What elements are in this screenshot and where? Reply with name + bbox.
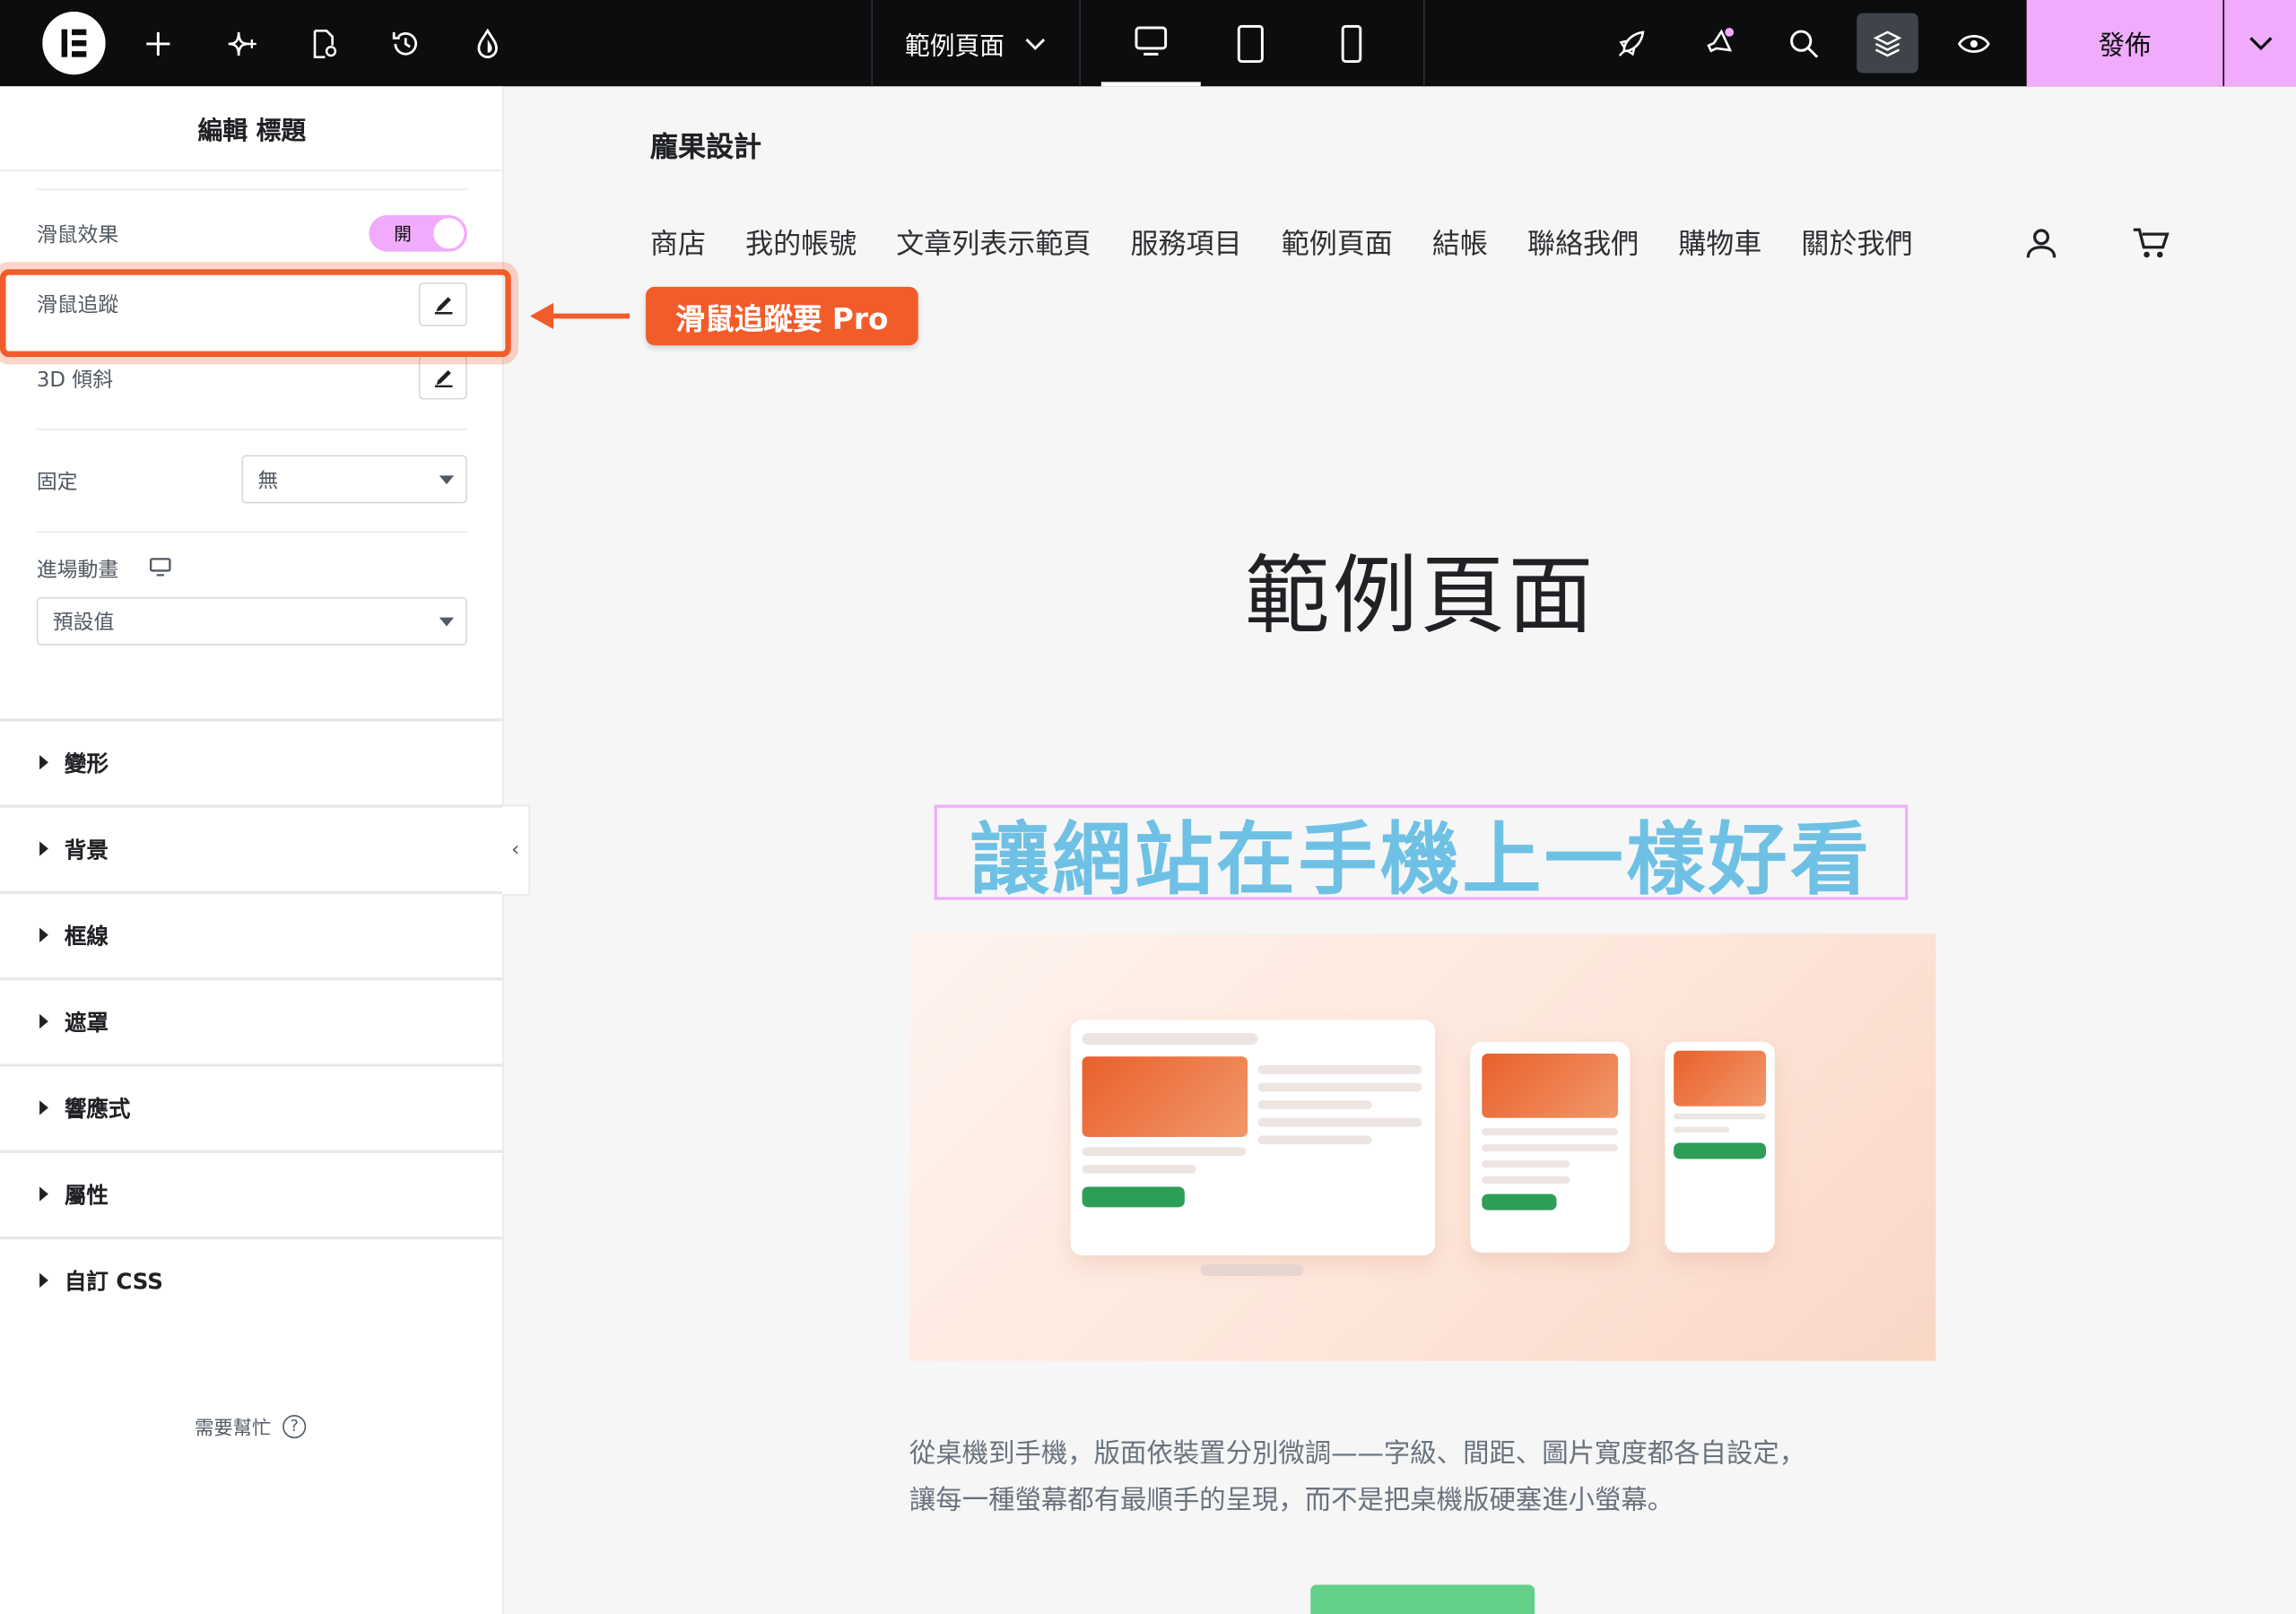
ai-sparkle-icon[interactable] (209, 0, 274, 86)
sticky-select[interactable]: 無 (241, 455, 467, 504)
search-icon[interactable] (1772, 0, 1837, 86)
nav-item[interactable]: 購物車 (1678, 222, 1761, 262)
page-selector[interactable]: 範例頁面 (873, 0, 1078, 86)
caret-right-icon (39, 755, 48, 770)
panel-title: 編輯 標題 (0, 86, 504, 171)
site-nav: 商店 我的帳號 文章列表示範頁 服務項目 範例頁面 結帳 聯絡我們 購物車 關於… (650, 222, 1952, 262)
tablet-icon (1237, 24, 1264, 63)
color-drop-icon[interactable] (456, 0, 520, 86)
sticky-label: 固定 (36, 471, 78, 495)
chevron-down-icon (1025, 38, 1046, 50)
pencil-icon (434, 369, 452, 388)
mouse-effects-toggle[interactable]: 開 (369, 214, 467, 252)
elementor-editor: 範例頁面 發佈 編輯 標題 滑鼠效果 開 滑鼠追蹤 3D 傾斜 固定 無 進場動… (0, 0, 2296, 1614)
page-settings-icon[interactable] (291, 0, 356, 86)
section-label: 遮罩 (64, 1009, 109, 1036)
shopping-cart-icon[interactable] (2132, 225, 2170, 260)
preview-eye-icon[interactable] (1942, 0, 2006, 86)
help-link[interactable]: 需要幫忙 ? (195, 1412, 307, 1440)
section-mask[interactable]: 遮罩 (0, 977, 504, 1063)
section-responsive[interactable]: 響應式 (0, 1063, 504, 1149)
tablet-mockup (1470, 1041, 1631, 1253)
section-label: 框線 (64, 922, 109, 950)
question-icon: ? (283, 1414, 307, 1438)
desktop-icon (1135, 26, 1168, 56)
add-icon[interactable] (126, 0, 190, 86)
caret-right-icon (39, 841, 48, 856)
nav-item[interactable]: 服務項目 (1131, 222, 1242, 262)
headline-text: 讓網站在手機上一樣好看 (970, 813, 1873, 907)
publish-options-button[interactable] (2224, 0, 2296, 87)
nav-item[interactable]: 範例頁面 (1282, 222, 1393, 262)
caret-down-icon (439, 617, 455, 627)
section-label: 自訂 CSS (64, 1268, 163, 1295)
annotation-badge: 滑鼠追蹤要 Pro (646, 286, 918, 346)
section-border[interactable]: 框線 (0, 890, 504, 976)
top-bar: 範例頁面 發佈 (0, 0, 2296, 87)
section-label: 響應式 (64, 1095, 131, 1122)
nav-item[interactable]: 聯絡我們 (1527, 222, 1639, 262)
caret-down-icon (439, 475, 455, 485)
desktop-mockup (1070, 1020, 1436, 1256)
caret-right-icon (39, 1272, 48, 1289)
page-title[interactable]: 範例頁面 (1025, 526, 1816, 649)
annotation-highlight-box (0, 269, 511, 358)
section-label: 背景 (64, 836, 109, 863)
section-background[interactable]: 背景 (0, 804, 504, 890)
tilt-edit-button[interactable] (418, 355, 467, 400)
nav-item[interactable]: 結帳 (1432, 222, 1488, 262)
caret-right-icon (39, 1186, 48, 1202)
phone-mockup (1665, 1041, 1775, 1253)
collapse-panel-button[interactable]: ‹ (502, 804, 531, 896)
announcement-icon[interactable] (1687, 0, 1752, 86)
mobile-device-button[interactable] (1301, 0, 1401, 86)
body-paragraph[interactable]: 從桌機到手機，版面依裝置分別微調——字級、間距、圖片寬度都各自設定， 讓每一種螢… (909, 1431, 1964, 1524)
site-title[interactable]: 龐果設計 (650, 126, 761, 165)
help-label: 需要幫忙 (195, 1418, 272, 1440)
desktop-icon[interactable] (150, 558, 171, 577)
caret-right-icon (39, 1100, 48, 1115)
body-line: 讓每一種螢幕都有最順手的呈現，而不是把桌機版硬塞進小螢幕。 (909, 1485, 1674, 1516)
caret-right-icon (39, 1013, 48, 1029)
entrance-animation-select[interactable]: 預設值 (36, 596, 467, 646)
chevron-left-icon: ‹ (511, 838, 520, 863)
mobile-icon (1341, 24, 1362, 63)
history-icon[interactable] (373, 0, 438, 86)
desktop-device-button[interactable] (1100, 0, 1201, 87)
page-name: 範例頁面 (905, 31, 1005, 62)
body-line: 從桌機到手機，版面依裝置分別微調——字級、間距、圖片寬度都各自設定， (909, 1438, 1806, 1470)
hero-illustration[interactable] (909, 933, 1936, 1361)
section-label: 屬性 (64, 1181, 109, 1209)
nav-item[interactable]: 我的帳號 (745, 222, 857, 262)
rocket-icon[interactable] (1599, 0, 1664, 86)
chevron-down-icon (2248, 36, 2272, 50)
nav-item[interactable]: 關於我們 (1801, 222, 1912, 262)
mouse-effects-label: 滑鼠效果 (36, 223, 119, 247)
tilt-label: 3D 傾斜 (36, 369, 113, 393)
structure-layers-icon[interactable] (1857, 13, 1918, 74)
toggle-knob (433, 218, 465, 249)
section-transform[interactable]: 變形 (0, 718, 504, 803)
nav-item[interactable]: 商店 (650, 222, 706, 262)
toggle-on-label: 開 (394, 223, 412, 245)
caret-right-icon (39, 927, 48, 942)
user-account-icon[interactable] (2023, 225, 2058, 260)
section-attributes[interactable]: 屬性 (0, 1150, 504, 1236)
annotation-arrow-icon (530, 302, 631, 330)
section-custom-css[interactable]: 自訂 CSS (0, 1236, 504, 1322)
section-label: 變形 (64, 750, 109, 777)
tablet-device-button[interactable] (1201, 0, 1300, 86)
cta-button[interactable] (1310, 1584, 1535, 1614)
sticky-value: 無 (257, 469, 279, 493)
entrance-animation-label: 進場動畫 (36, 559, 119, 583)
elementor-logo-icon[interactable] (42, 12, 106, 75)
nav-item[interactable]: 文章列表示範頁 (896, 222, 1091, 262)
entrance-animation-value: 預設值 (52, 611, 115, 635)
publish-label: 發佈 (2098, 30, 2152, 61)
selected-heading-widget[interactable]: 讓網站在手機上一樣好看 (934, 804, 1909, 906)
publish-button[interactable]: 發佈 (2026, 0, 2223, 87)
